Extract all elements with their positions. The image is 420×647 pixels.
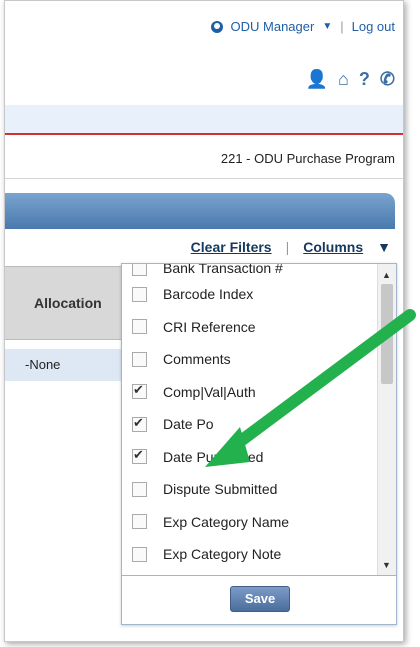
column-option-label: Barcode Index xyxy=(163,286,254,303)
allocation-cell: -None xyxy=(25,357,61,372)
columns-link[interactable]: Columns xyxy=(303,239,363,255)
toolbar-icons: 👤 ⌂ ? ✆ xyxy=(306,69,395,90)
column-option[interactable]: Dispute Submitted xyxy=(122,473,376,506)
column-option-label: Date Purchased xyxy=(163,448,264,465)
manager-icon[interactable]: 👤 xyxy=(306,69,328,90)
save-button[interactable]: Save xyxy=(230,586,290,612)
column-option[interactable]: Date Purchased xyxy=(122,441,376,474)
checkbox[interactable] xyxy=(132,481,147,497)
allocation-column-header: Allocation xyxy=(5,266,121,340)
column-option-label: Comp|Val|Auth xyxy=(163,383,256,400)
filter-links: Clear Filters | Columns ▼ xyxy=(191,239,391,255)
column-option[interactable]: Comp|Val|Auth xyxy=(122,376,376,409)
column-option-label: Bank Transaction # xyxy=(163,264,283,276)
program-title: 221 - ODU Purchase Program xyxy=(220,151,395,166)
phone-icon[interactable]: ✆ xyxy=(380,69,395,90)
checkbox[interactable] xyxy=(132,546,147,562)
divider xyxy=(5,178,403,179)
scroll-down-icon[interactable]: ▼ xyxy=(382,560,391,570)
home-icon[interactable]: ⌂ xyxy=(338,69,349,90)
checkbox[interactable] xyxy=(132,514,147,530)
checkbox-checked[interactable] xyxy=(132,447,147,465)
user-icon xyxy=(210,20,223,33)
app-window: ODU Manager ▼ | Log out 👤 ⌂ ? ✆ 221 - OD… xyxy=(4,0,404,642)
chevron-down-icon[interactable]: ▼ xyxy=(322,21,332,32)
column-option[interactable]: Date Po xyxy=(122,408,376,441)
checkbox[interactable] xyxy=(132,351,147,367)
column-option[interactable]: Bank Transaction # xyxy=(122,264,376,278)
column-option[interactable]: CRI Reference xyxy=(122,311,376,344)
checkbox[interactable] xyxy=(132,264,147,276)
scroll-up-icon[interactable]: ▲ xyxy=(382,270,391,280)
columns-dropdown-panel: Bank Transaction # Barcode Index CRI Ref… xyxy=(121,263,397,625)
checkbox[interactable] xyxy=(132,286,147,302)
table-row[interactable]: -None xyxy=(5,349,121,381)
panel-footer: Save xyxy=(122,575,396,624)
column-option[interactable]: Comments xyxy=(122,343,376,376)
column-option-label: Dispute Submitted xyxy=(163,481,278,498)
help-icon[interactable]: ? xyxy=(359,69,370,90)
scrollbar[interactable]: ▲ ▼ xyxy=(377,264,396,576)
column-option-label: Comments xyxy=(163,351,231,368)
column-option[interactable]: Exp Category Note xyxy=(122,538,376,571)
column-option-label: CRI Reference xyxy=(163,318,256,335)
separator: | xyxy=(285,239,290,255)
section-header-bar xyxy=(5,193,395,229)
user-menu[interactable]: ODU Manager ▼ | Log out xyxy=(210,19,395,34)
scroll-thumb[interactable] xyxy=(381,284,393,384)
column-option-label: Date Po xyxy=(163,416,214,433)
clear-filters-link[interactable]: Clear Filters xyxy=(191,239,272,255)
user-name[interactable]: ODU Manager xyxy=(231,19,315,34)
checkbox-checked[interactable] xyxy=(132,382,147,400)
columns-list: Bank Transaction # Barcode Index CRI Ref… xyxy=(122,264,376,576)
column-option[interactable]: Barcode Index xyxy=(122,278,376,311)
caret-down-icon[interactable]: ▼ xyxy=(377,239,391,255)
separator: | xyxy=(340,19,344,34)
column-option-label: Exp Category Name xyxy=(163,513,290,530)
column-option[interactable]: Exp Category Name xyxy=(122,506,376,539)
checkbox[interactable] xyxy=(132,319,147,335)
checkbox-checked[interactable] xyxy=(132,415,147,432)
column-header-label: Allocation xyxy=(34,295,102,311)
logout-link[interactable]: Log out xyxy=(352,19,395,34)
column-option-label: Exp Category Note xyxy=(163,546,282,563)
info-band xyxy=(5,105,403,135)
